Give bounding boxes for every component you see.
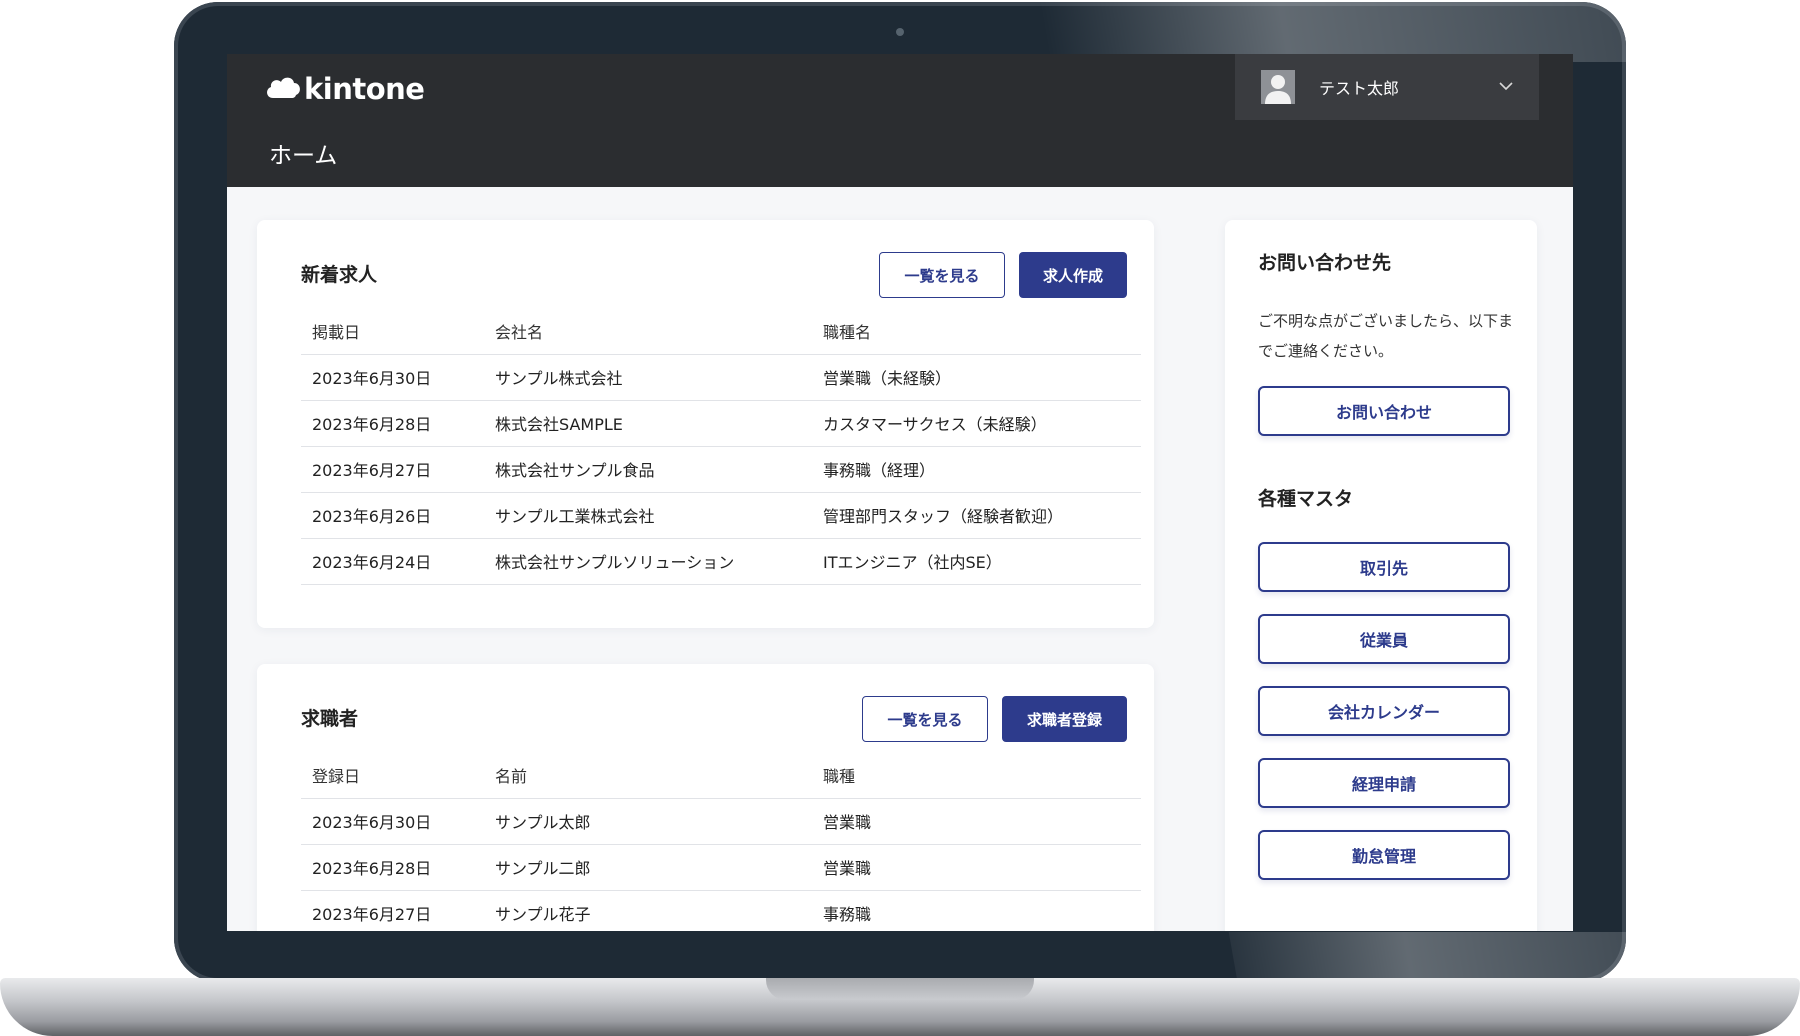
new-jobs-card: 新着求人 一覧を見る 求人作成 掲載日 会社名 職種名 2023年6月30日 サ… xyxy=(257,220,1154,628)
sidebar-card: お問い合わせ先 ご不明な点がございましたら、以下までご連絡ください。 お問い合わ… xyxy=(1225,220,1537,931)
table-cell: 2023年6月28日 xyxy=(301,844,484,891)
table-cell: カスタマーサクセス（未経験） xyxy=(812,400,1141,447)
master-button-employees[interactable]: 従業員 xyxy=(1258,614,1510,664)
master-button-calendar[interactable]: 会社カレンダー xyxy=(1258,686,1510,736)
table-row[interactable]: 2023年6月30日 サンプル株式会社 営業職（未経験） xyxy=(301,354,1141,401)
seekers-view-all-button[interactable]: 一覧を見る xyxy=(862,696,988,742)
table-row[interactable]: 2023年6月26日 サンプル工業株式会社 管理部門スタッフ（経験者歓迎） xyxy=(301,492,1141,539)
table-row[interactable]: 2023年6月30日 サンプル太郎 営業職 xyxy=(301,798,1141,845)
logo-text: kintone xyxy=(304,72,425,106)
table-cell: 2023年6月27日 xyxy=(301,446,484,493)
logo[interactable]: kintone xyxy=(264,72,425,106)
page-title: ホーム xyxy=(269,143,338,169)
app-screen: kintone ホーム テスト太郎 新着求人 一覧を見る 求人作成 掲載日 会社… xyxy=(227,54,1573,931)
laptop-notch xyxy=(766,978,1034,1000)
table-cell: 2023年6月28日 xyxy=(301,400,484,447)
jobs-view-all-button[interactable]: 一覧を見る xyxy=(879,252,1005,298)
table-row[interactable]: 2023年6月28日 サンプル二郎 営業職 xyxy=(301,844,1141,891)
table-cell: 2023年6月30日 xyxy=(301,354,484,401)
job-seekers-title: 求職者 xyxy=(301,708,359,730)
table-cell: 管理部門スタッフ（経験者歓迎） xyxy=(812,492,1141,539)
register-seeker-button[interactable]: 求職者登録 xyxy=(1002,696,1127,742)
job-seekers-card: 求職者 一覧を見る 求職者登録 登録日 名前 職種 2023年6月30日 サンプ… xyxy=(257,664,1154,931)
table-cell: ITエンジニア（社内SE） xyxy=(812,538,1141,585)
new-jobs-title: 新着求人 xyxy=(301,264,378,286)
master-button-attendance[interactable]: 勤怠管理 xyxy=(1258,830,1510,880)
job-seekers-table: 登録日 名前 職種 2023年6月30日 サンプル太郎 営業職 2023年6月2… xyxy=(301,752,1141,931)
camera-dot xyxy=(896,28,904,36)
table-cell: 株式会社サンプルソリューション xyxy=(484,538,812,585)
table-row[interactable]: 2023年6月27日 サンプル花子 事務職 xyxy=(301,890,1141,931)
column-header: 職種名 xyxy=(812,308,1141,355)
chevron-down-icon[interactable] xyxy=(1499,79,1513,95)
table-cell: サンプル工業株式会社 xyxy=(484,492,812,539)
contact-button[interactable]: お問い合わせ xyxy=(1258,386,1510,436)
column-header: 会社名 xyxy=(484,308,812,355)
app-header: kintone ホーム テスト太郎 xyxy=(227,54,1573,187)
master-title: 各種マスタ xyxy=(1258,488,1354,510)
table-cell: 2023年6月24日 xyxy=(301,538,484,585)
table-cell: 株式会社SAMPLE xyxy=(484,400,812,447)
column-header: 職種 xyxy=(812,752,1141,799)
user-menu[interactable]: テスト太郎 xyxy=(1235,54,1539,120)
table-cell: 2023年6月26日 xyxy=(301,492,484,539)
table-cell: サンプル株式会社 xyxy=(484,354,812,401)
contact-description: ご不明な点がございましたら、以下までご連絡ください。 xyxy=(1258,312,1514,360)
user-silhouette-icon xyxy=(1261,70,1295,104)
table-cell: 2023年6月30日 xyxy=(301,798,484,845)
table-row[interactable]: 2023年6月28日 株式会社SAMPLE カスタマーサクセス（未経験） xyxy=(301,400,1141,447)
screen-glare-bottom xyxy=(1228,932,1626,982)
table-cell: 事務職（経理） xyxy=(812,446,1141,493)
table-row[interactable]: 2023年6月27日 株式会社サンプル食品 事務職（経理） xyxy=(301,446,1141,493)
column-header: 掲載日 xyxy=(301,308,484,355)
table-cell: 営業職 xyxy=(812,844,1141,891)
screen-glare-top xyxy=(1038,2,1626,62)
table-row[interactable]: 2023年6月24日 株式会社サンプルソリューション ITエンジニア（社内SE） xyxy=(301,538,1141,585)
user-name: テスト太郎 xyxy=(1319,79,1400,98)
create-job-button[interactable]: 求人作成 xyxy=(1019,252,1127,298)
table-cell: 営業職 xyxy=(812,798,1141,845)
column-header: 名前 xyxy=(484,752,812,799)
table-cell: サンプル二郎 xyxy=(484,844,812,891)
master-button-clients[interactable]: 取引先 xyxy=(1258,542,1510,592)
table-cell: サンプル花子 xyxy=(484,890,812,931)
contact-title: お問い合わせ先 xyxy=(1258,252,1392,274)
table-header-row: 登録日 名前 職種 xyxy=(301,752,1141,799)
table-cell: サンプル太郎 xyxy=(484,798,812,845)
column-header: 登録日 xyxy=(301,752,484,799)
table-cell: 事務職 xyxy=(812,890,1141,931)
table-cell: 営業職（未経験） xyxy=(812,354,1141,401)
kintone-cloud-icon xyxy=(264,72,302,106)
master-button-expense[interactable]: 経理申請 xyxy=(1258,758,1510,808)
table-header-row: 掲載日 会社名 職種名 xyxy=(301,308,1141,355)
table-cell: 株式会社サンプル食品 xyxy=(484,446,812,493)
new-jobs-table: 掲載日 会社名 職種名 2023年6月30日 サンプル株式会社 営業職（未経験）… xyxy=(301,308,1141,585)
table-cell: 2023年6月27日 xyxy=(301,890,484,931)
